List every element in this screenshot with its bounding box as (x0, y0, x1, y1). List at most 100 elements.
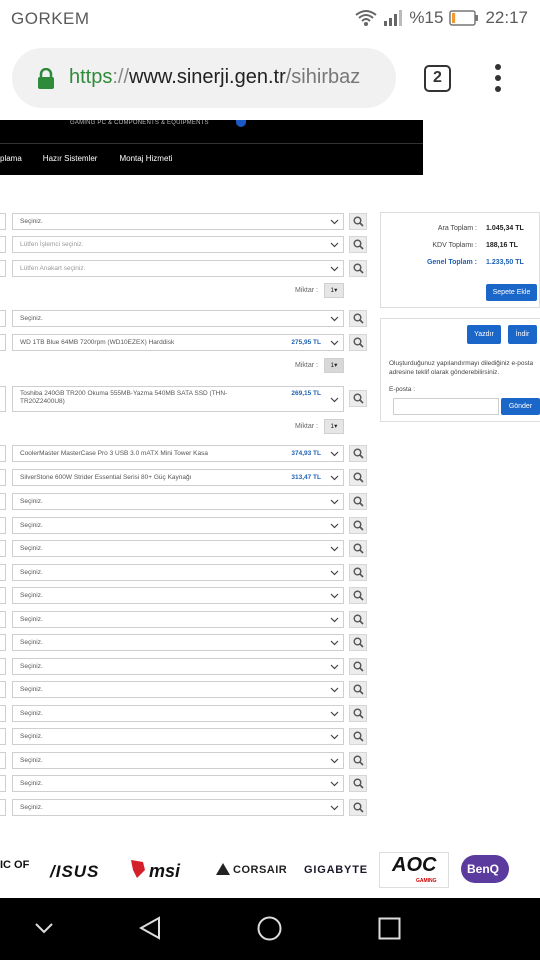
row-edge (0, 752, 6, 769)
component-select[interactable]: Seçiniz. (12, 587, 344, 604)
nav-item-builder[interactable]: plama (0, 154, 22, 163)
chevron-down-icon (330, 568, 339, 577)
row-edge (0, 517, 6, 534)
component-select[interactable]: Seçiniz. (12, 611, 344, 628)
row-edge (0, 469, 6, 486)
nav-item-assembly[interactable]: Montaj Hizmeti (119, 154, 172, 163)
brand-strip: IC OF /ISUS msi CORSAIR GIGABYTE AOC GAM… (0, 848, 540, 898)
item-price: 313,47 TL (291, 474, 321, 481)
search-button[interactable] (349, 540, 367, 557)
add-to-cart-button[interactable]: Sepete Ekle (486, 284, 537, 301)
search-button[interactable] (349, 445, 367, 462)
component-select[interactable]: Seçiniz. (12, 634, 344, 651)
search-button[interactable] (349, 469, 367, 486)
select-value: Seçiniz. (20, 639, 43, 646)
search-button[interactable] (349, 564, 367, 581)
item-price: 374,93 TL (291, 450, 321, 457)
tab-switcher-button[interactable]: 2 (424, 65, 451, 92)
component-select[interactable]: Seçiniz. (12, 752, 344, 769)
select-value: Seçiniz. (20, 780, 43, 787)
select-value: Seçiniz. (20, 218, 43, 225)
search-icon (353, 496, 364, 507)
chevron-down-icon (330, 264, 339, 273)
email-field[interactable] (393, 398, 499, 415)
component-select[interactable]: CoolerMaster MasterCase Pro 3 USB 3.0 mA… (12, 445, 344, 462)
select-value: SilverStone 600W Strider Essential Seris… (20, 474, 192, 481)
quantity-label: Miktar : (295, 362, 318, 369)
chevron-down-icon (330, 685, 339, 694)
search-icon (353, 393, 364, 404)
row-edge (0, 705, 6, 722)
component-select[interactable]: Lütfen Anakart seçiniz. (12, 260, 344, 277)
select-value: Seçiniz. (20, 804, 43, 811)
component-select[interactable]: Seçiniz. (12, 705, 344, 722)
search-button[interactable] (349, 213, 367, 230)
search-button[interactable] (349, 517, 367, 534)
search-button[interactable] (349, 493, 367, 510)
component-select[interactable]: Seçiniz. (12, 728, 344, 745)
search-button[interactable] (349, 775, 367, 792)
row-edge (0, 236, 6, 253)
battery-icon (449, 10, 479, 26)
search-button[interactable] (349, 587, 367, 604)
chevron-down-icon (330, 544, 339, 553)
quantity-select[interactable]: 1▾ (324, 283, 344, 298)
back-icon[interactable] (139, 916, 161, 940)
download-button[interactable]: İndir (508, 325, 537, 344)
home-icon[interactable] (257, 916, 282, 941)
select-value: Seçiniz. (20, 592, 43, 599)
chevron-down-icon (330, 732, 339, 741)
component-select[interactable]: Lütfen İşlemci seçiniz. (12, 236, 344, 253)
component-select[interactable]: Seçiniz. (12, 310, 344, 327)
search-button[interactable] (349, 611, 367, 628)
search-button[interactable] (349, 681, 367, 698)
search-button[interactable] (349, 310, 367, 327)
component-select[interactable]: Seçiniz. (12, 517, 344, 534)
brand-gigabyte: GIGABYTE (304, 864, 368, 876)
component-select[interactable]: Seçiniz. (12, 775, 344, 792)
row-edge (0, 493, 6, 510)
brand-corsair: CORSAIR (233, 864, 288, 876)
component-select[interactable]: Seçiniz. (12, 681, 344, 698)
component-select[interactable]: WD 1TB Blue 64MB 7200rpm (WD10EZEX) Hard… (12, 334, 344, 351)
row-edge (0, 728, 6, 745)
search-button[interactable] (349, 752, 367, 769)
print-button[interactable]: Yazdır (467, 325, 501, 344)
component-select[interactable]: Seçiniz. (12, 213, 344, 230)
component-select[interactable]: Seçiniz. (12, 493, 344, 510)
send-button[interactable]: Gönder (501, 398, 540, 415)
recents-icon[interactable] (378, 917, 401, 940)
address-bar[interactable]: https://www.sinerji.gen.tr/sihirbaz (12, 48, 396, 108)
chevron-down-icon (330, 473, 339, 482)
search-button[interactable] (349, 260, 367, 277)
select-value: Seçiniz. (20, 733, 43, 740)
component-select[interactable]: Seçiniz. (12, 658, 344, 675)
component-select[interactable]: Seçiniz. (12, 564, 344, 581)
search-button[interactable] (349, 705, 367, 722)
item-price: 275,95 TL (291, 339, 321, 346)
component-select[interactable]: Seçiniz. (12, 799, 344, 816)
nav-item-ready-systems[interactable]: Hazır Sistemler (43, 154, 98, 163)
component-select[interactable]: Seçiniz. (12, 540, 344, 557)
overflow-menu-icon[interactable] (494, 63, 502, 93)
url-scheme: https (69, 66, 113, 88)
quantity-select[interactable]: 1▾ (324, 358, 344, 373)
search-button[interactable] (349, 390, 367, 407)
component-select[interactable]: Toshiba 240GB TR200 Okuma 555MB-Yazma 54… (12, 386, 344, 412)
search-button[interactable] (349, 799, 367, 816)
brand-ic-of: IC OF (0, 859, 30, 871)
select-value: CoolerMaster MasterCase Pro 3 USB 3.0 mA… (20, 450, 208, 457)
chevron-down-icon (330, 709, 339, 718)
search-button[interactable] (349, 334, 367, 351)
url-text[interactable]: https://www.sinerji.gen.tr/sihirbaz (69, 66, 389, 89)
row-edge (0, 540, 6, 557)
quantity-select[interactable]: 1▾ (324, 419, 344, 434)
url-separator: :// (112, 66, 130, 88)
search-button[interactable] (349, 658, 367, 675)
chevron-down-icon[interactable] (34, 922, 54, 934)
component-select[interactable]: SilverStone 600W Strider Essential Seris… (12, 469, 344, 486)
search-button[interactable] (349, 634, 367, 651)
search-button[interactable] (349, 236, 367, 253)
select-value: Seçiniz. (20, 710, 43, 717)
search-button[interactable] (349, 728, 367, 745)
